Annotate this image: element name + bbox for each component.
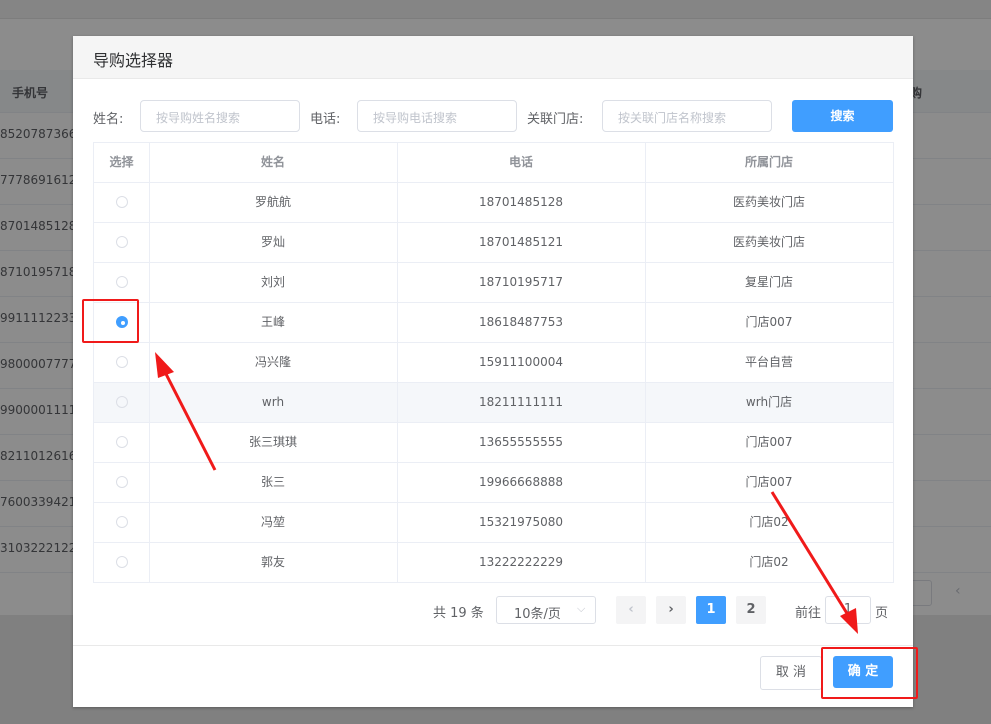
select-cell[interactable] bbox=[94, 383, 150, 422]
table-row[interactable]: 冯堃 15321975080 门店02 bbox=[94, 503, 893, 543]
select-cell[interactable] bbox=[94, 543, 150, 582]
name-search-placeholder: 按导购姓名搜索 bbox=[156, 111, 241, 125]
name-cell: 张三琪琪 bbox=[149, 423, 398, 462]
search-button[interactable]: 搜索 bbox=[792, 100, 893, 132]
store-cell: 医药美妆门店 bbox=[732, 235, 805, 249]
select-radio[interactable] bbox=[115, 195, 128, 208]
store-search-placeholder: 按关联门店名称搜索 bbox=[618, 111, 727, 125]
page-2-button[interactable]: 2 bbox=[736, 596, 766, 624]
name-search-input[interactable]: 按导购姓名搜索 bbox=[140, 100, 300, 132]
select-radio[interactable] bbox=[115, 555, 128, 568]
select-cell[interactable] bbox=[94, 223, 150, 262]
name-cell: 张三 bbox=[149, 463, 398, 502]
phone-search-placeholder: 按导购电话搜索 bbox=[373, 111, 458, 125]
phone-cell: 18701485128 bbox=[397, 183, 646, 222]
select-radio[interactable] bbox=[115, 475, 128, 488]
page-suffix: 页 bbox=[875, 606, 889, 621]
phone-label: 电话: bbox=[310, 112, 341, 127]
header-phone: 电话 bbox=[397, 143, 646, 182]
phone-cell: 13655555555 bbox=[397, 423, 646, 462]
table-row[interactable]: 罗灿 18701485121 医药美妆门店 bbox=[94, 223, 893, 263]
table-row[interactable]: 罗航航 18701485128 医药美妆门店 bbox=[94, 183, 893, 223]
next-page-button[interactable]: › bbox=[656, 596, 686, 624]
name-cell: 冯兴隆 bbox=[149, 343, 398, 382]
page-size-value: 10条/页 bbox=[514, 607, 561, 622]
store-cell: 门店007 bbox=[745, 475, 793, 489]
phone-cell: 13222222229 bbox=[397, 543, 646, 582]
name-cell: 刘刘 bbox=[149, 263, 398, 302]
store-cell: 平台自营 bbox=[744, 355, 793, 369]
select-radio[interactable] bbox=[115, 235, 128, 248]
goto-page-input[interactable]: 1 bbox=[825, 596, 871, 624]
name-cell: 郭友 bbox=[149, 543, 398, 582]
table-row[interactable]: 冯兴隆 15911100004 平台自营 bbox=[94, 343, 893, 383]
phone-search-input[interactable]: 按导购电话搜索 bbox=[357, 100, 517, 132]
phone-cell: 18710195717 bbox=[397, 263, 646, 302]
table-row[interactable]: 王峰 18618487753 门店007 bbox=[94, 303, 893, 343]
select-cell[interactable] bbox=[94, 503, 150, 542]
dialog-title: 导购选择器 bbox=[93, 51, 174, 70]
select-cell[interactable] bbox=[94, 343, 150, 382]
table-row[interactable]: wrh 18211111111 wrh门店 bbox=[94, 383, 893, 423]
select-radio[interactable] bbox=[115, 515, 128, 528]
select-cell[interactable] bbox=[94, 263, 150, 302]
header-store: 所属门店 bbox=[744, 155, 793, 169]
phone-cell: 15911100004 bbox=[397, 343, 646, 382]
goto-label: 前往 bbox=[795, 606, 822, 621]
table-row[interactable]: 郭友 13222222229 门店02 bbox=[94, 543, 893, 582]
store-label: 关联门店: bbox=[527, 112, 584, 127]
table-row[interactable]: 刘刘 18710195717 复星门店 bbox=[94, 263, 893, 303]
name-cell: 罗灿 bbox=[149, 223, 398, 262]
name-label: 姓名: bbox=[93, 112, 124, 127]
phone-cell: 19966668888 bbox=[397, 463, 646, 502]
dialog-header: 导购选择器 bbox=[73, 36, 913, 79]
store-cell: 复星门店 bbox=[744, 275, 793, 289]
guide-selector-dialog: 导购选择器 姓名: 按导购姓名搜索 电话: 按导购电话搜索 关联门店: 按关联门… bbox=[73, 36, 913, 707]
page-1-button[interactable]: 1 bbox=[696, 596, 726, 624]
name-cell: 王峰 bbox=[149, 303, 398, 342]
radio-highlight-box bbox=[82, 299, 139, 343]
store-cell: 门店007 bbox=[745, 315, 793, 329]
header-name: 姓名 bbox=[149, 143, 398, 182]
name-cell: 罗航航 bbox=[149, 183, 398, 222]
select-radio[interactable] bbox=[115, 355, 128, 368]
prev-page-button[interactable]: ‹ bbox=[616, 596, 646, 624]
select-radio[interactable] bbox=[115, 395, 128, 408]
confirm-highlight-box bbox=[821, 647, 918, 699]
phone-cell: 15321975080 bbox=[397, 503, 646, 542]
store-cell: 医药美妆门店 bbox=[732, 195, 805, 209]
pagination-total: 共 19 条 bbox=[433, 606, 484, 621]
phone-cell: 18211111111 bbox=[397, 383, 646, 422]
phone-cell: 18618487753 bbox=[397, 303, 646, 342]
search-bar: 姓名: 按导购姓名搜索 电话: 按导购电话搜索 关联门店: 按关联门店名称搜索 … bbox=[93, 100, 893, 132]
name-cell: wrh bbox=[149, 383, 398, 422]
store-cell: 门店02 bbox=[749, 515, 789, 529]
table-header-row: 选择 姓名 电话 所属门店 bbox=[94, 143, 893, 183]
name-cell: 冯堃 bbox=[149, 503, 398, 542]
select-radio[interactable] bbox=[115, 435, 128, 448]
select-cell[interactable] bbox=[94, 183, 150, 222]
pagination: 共 19 条 10条/页 ⌵ ‹ › 1 2 前往 1 页 bbox=[73, 596, 913, 624]
guide-table: 选择 姓名 电话 所属门店 罗航航 18701485128 医药美妆门店 罗灿 1870… bbox=[93, 142, 894, 583]
select-radio[interactable] bbox=[115, 275, 128, 288]
page-size-select[interactable]: 10条/页 ⌵ bbox=[496, 596, 596, 624]
table-row[interactable]: 张三 19966668888 门店007 bbox=[94, 463, 893, 503]
store-cell: 门店007 bbox=[745, 435, 793, 449]
cancel-button[interactable]: 取 消 bbox=[760, 656, 822, 690]
phone-cell: 18701485121 bbox=[397, 223, 646, 262]
store-search-input[interactable]: 按关联门店名称搜索 bbox=[602, 100, 772, 132]
header-select: 选择 bbox=[94, 143, 150, 182]
store-cell: wrh门店 bbox=[745, 395, 793, 409]
select-cell[interactable] bbox=[94, 463, 150, 502]
footer-divider bbox=[73, 645, 913, 646]
chevron-down-icon: ⌵ bbox=[577, 602, 586, 615]
store-cell: 门店02 bbox=[749, 555, 789, 569]
table-row[interactable]: 张三琪琪 13655555555 门店007 bbox=[94, 423, 893, 463]
select-cell[interactable] bbox=[94, 423, 150, 462]
